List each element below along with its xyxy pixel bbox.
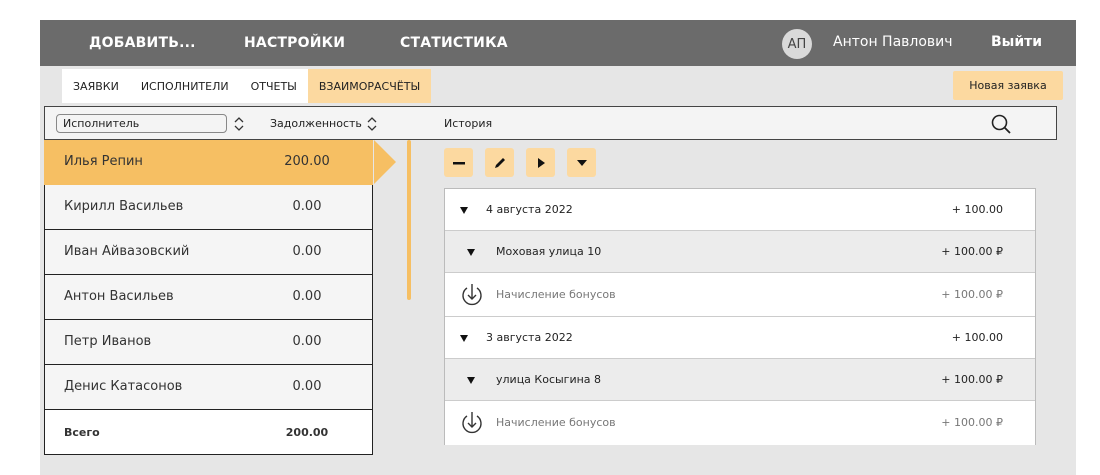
collapse-button[interactable] bbox=[444, 148, 473, 177]
collapse-triangle-icon[interactable] bbox=[467, 377, 475, 384]
nav-statistics[interactable]: СТАТИСТИКА bbox=[400, 35, 508, 51]
minus-icon bbox=[452, 161, 465, 164]
tab-requests[interactable]: ЗАЯВКИ bbox=[62, 69, 130, 103]
tab-reports[interactable]: ОТЧЕТЫ bbox=[240, 69, 308, 103]
total-label: Всего bbox=[64, 426, 100, 439]
avatar[interactable]: АП bbox=[782, 29, 812, 59]
history-amount: + 100.00 ₽ bbox=[941, 245, 1003, 258]
executor-row[interactable]: Антон Васильев 0.00 bbox=[44, 275, 373, 320]
history-panel: 4 августа 2022 + 100.00 Моховая улица 10… bbox=[444, 188, 1036, 445]
executor-debt: 0.00 bbox=[292, 334, 322, 349]
executor-select[interactable]: Исполнитель bbox=[56, 114, 227, 133]
table-header: Исполнитель Задолженность История bbox=[44, 106, 1057, 140]
history-date: 3 августа 2022 bbox=[486, 331, 573, 344]
total-value: 200.00 bbox=[285, 426, 329, 439]
pencil-icon bbox=[494, 157, 505, 168]
history-date: 4 августа 2022 bbox=[486, 203, 573, 216]
history-date-row[interactable]: 4 августа 2022 + 100.00 bbox=[445, 189, 1035, 231]
collapse-triangle-icon[interactable] bbox=[460, 335, 468, 342]
history-item-row[interactable]: Начисление бонусов + 100.00 ₽ bbox=[445, 401, 1035, 445]
debt-header: Задолженность bbox=[270, 117, 362, 130]
selected-arrow bbox=[374, 140, 396, 184]
executor-name: Антон Васильев bbox=[64, 289, 174, 304]
executor-row[interactable]: Илья Репин 200.00 bbox=[44, 140, 396, 185]
sort-debt-icon[interactable] bbox=[366, 116, 378, 132]
caret-down-icon bbox=[576, 159, 587, 166]
top-navbar: ДОБАВИТЬ... НАСТРОЙКИ СТАТИСТИКА АП Анто… bbox=[40, 20, 1076, 66]
history-amount: + 100.00 ₽ bbox=[941, 373, 1003, 386]
history-date-row[interactable]: 3 августа 2022 + 100.00 bbox=[445, 317, 1035, 359]
panel-resize-handle[interactable] bbox=[407, 140, 411, 300]
history-header: История bbox=[444, 117, 493, 130]
executor-debt: 0.00 bbox=[292, 289, 322, 304]
expand-button[interactable] bbox=[567, 148, 596, 177]
play-icon bbox=[537, 157, 545, 168]
executor-row[interactable]: Иван Айвазовский 0.00 bbox=[44, 230, 373, 275]
executor-name: Илья Репин bbox=[64, 154, 143, 169]
history-item-label: Начисление бонусов bbox=[496, 416, 616, 429]
download-icon bbox=[462, 284, 482, 306]
logout-button[interactable]: Выйти bbox=[991, 34, 1042, 50]
history-amount: + 100.00 ₽ bbox=[941, 416, 1003, 429]
download-icon bbox=[462, 412, 482, 434]
history-address-row[interactable]: улица Косыгина 8 + 100.00 ₽ bbox=[445, 359, 1035, 401]
collapse-triangle-icon[interactable] bbox=[467, 249, 475, 256]
executor-row[interactable]: Кирилл Васильев 0.00 bbox=[44, 185, 373, 230]
executor-name: Денис Катасонов bbox=[64, 379, 183, 394]
executor-debt: 200.00 bbox=[284, 154, 330, 169]
history-amount: + 100.00 ₽ bbox=[941, 288, 1003, 301]
tab-bar: ЗАЯВКИ ИСПОЛНИТЕЛИ ОТЧЕТЫ ВЗАИМОРАСЧЁТЫ bbox=[62, 69, 432, 103]
tab-settlements[interactable]: ВЗАИМОРАСЧЁТЫ bbox=[307, 69, 432, 103]
history-address: Моховая улица 10 bbox=[496, 245, 602, 258]
executor-row[interactable]: Денис Катасонов 0.00 bbox=[44, 365, 373, 410]
edit-button[interactable] bbox=[485, 148, 514, 177]
play-button[interactable] bbox=[526, 148, 555, 177]
history-amount: + 100.00 bbox=[951, 331, 1003, 344]
executor-name: Иван Айвазовский bbox=[64, 244, 190, 259]
executor-debt: 0.00 bbox=[292, 199, 322, 214]
sort-executor-icon[interactable] bbox=[233, 116, 245, 132]
search-icon[interactable] bbox=[990, 113, 1012, 135]
collapse-triangle-icon[interactable] bbox=[460, 207, 468, 214]
nav-settings[interactable]: НАСТРОЙКИ bbox=[244, 35, 345, 51]
nav-add[interactable]: ДОБАВИТЬ... bbox=[89, 35, 196, 51]
history-item-row[interactable]: Начисление бонусов + 100.00 ₽ bbox=[445, 273, 1035, 317]
executor-name: Петр Иванов bbox=[64, 334, 152, 349]
history-amount: + 100.00 bbox=[951, 203, 1003, 216]
executor-row[interactable]: Петр Иванов 0.00 bbox=[44, 320, 373, 365]
user-name[interactable]: Антон Павлович bbox=[833, 34, 953, 50]
app-window: ДОБАВИТЬ... НАСТРОЙКИ СТАТИСТИКА АП Анто… bbox=[40, 20, 1076, 475]
history-address-row[interactable]: Моховая улица 10 + 100.00 ₽ bbox=[445, 231, 1035, 273]
tab-executors[interactable]: ИСПОЛНИТЕЛИ bbox=[130, 69, 240, 103]
history-item-label: Начисление бонусов bbox=[496, 288, 616, 301]
total-row: Всего 200.00 bbox=[44, 410, 373, 455]
new-request-button[interactable]: Новая заявка bbox=[953, 71, 1063, 100]
executor-name: Кирилл Васильев bbox=[64, 199, 184, 214]
history-address: улица Косыгина 8 bbox=[496, 373, 602, 386]
executor-debt: 0.00 bbox=[292, 379, 322, 394]
executor-list: Илья Репин 200.00 Кирилл Васильев 0.00 И… bbox=[44, 140, 396, 455]
executor-debt: 0.00 bbox=[292, 244, 322, 259]
